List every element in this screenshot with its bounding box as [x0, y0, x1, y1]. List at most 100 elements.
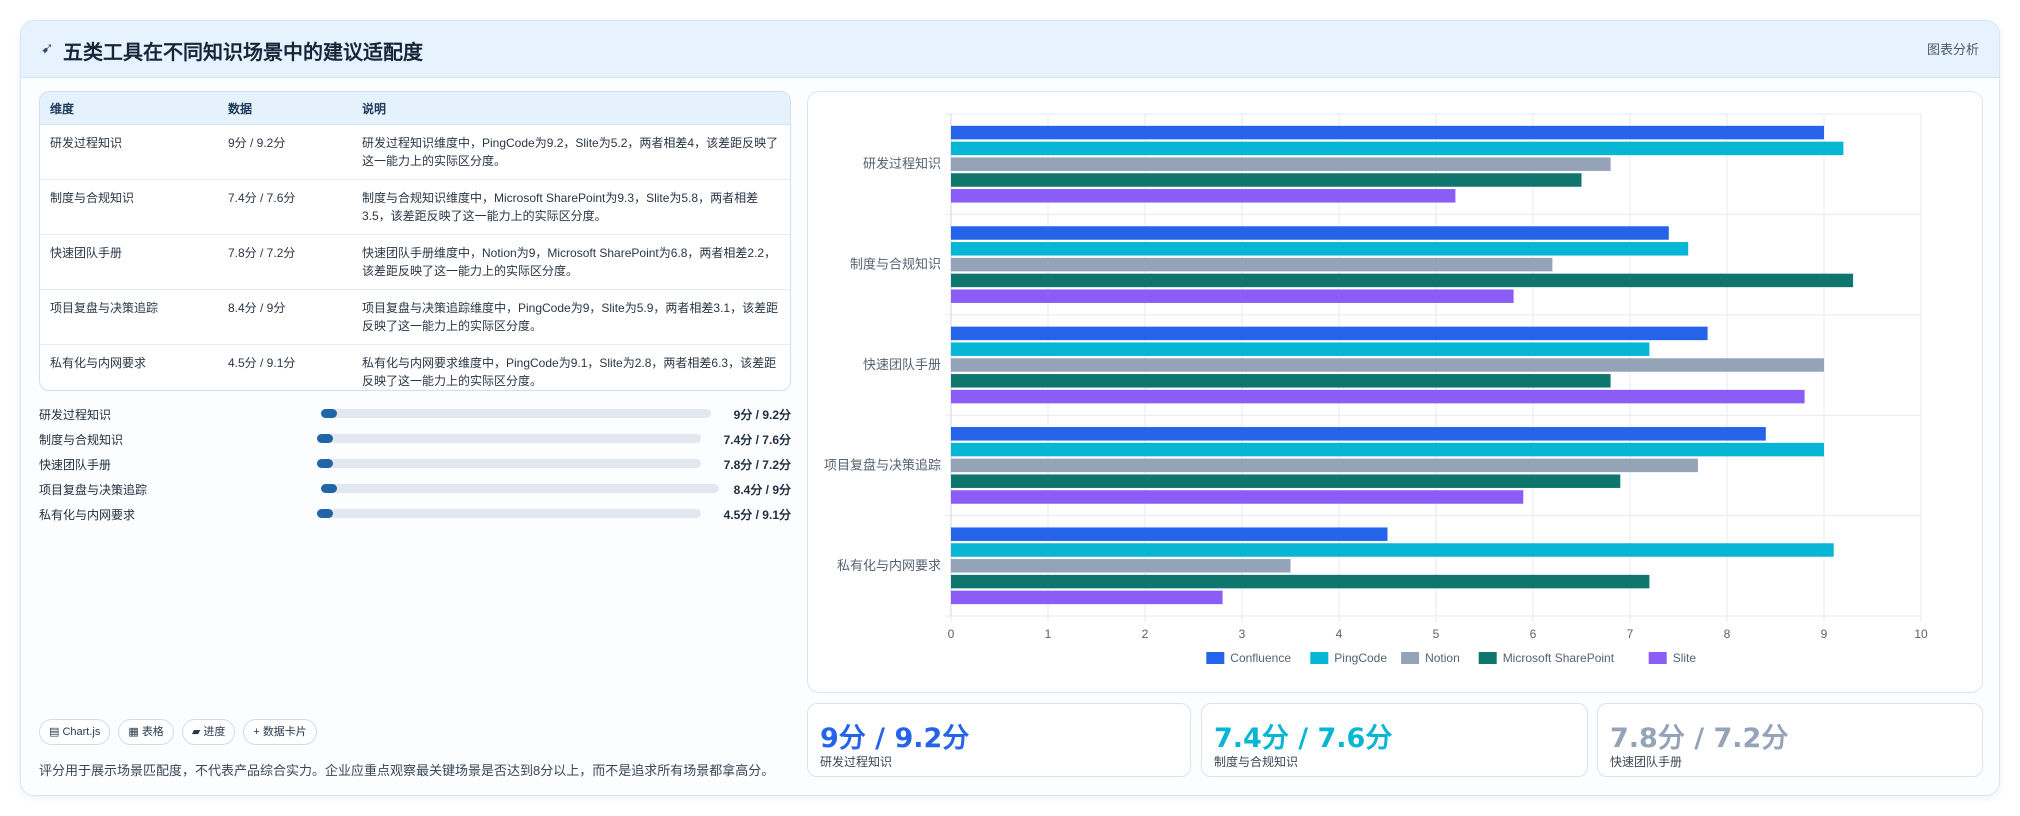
- table-header-row: 维度 数据 说明: [40, 92, 790, 125]
- stat-value: 7.8分 / 7.2分: [1610, 723, 1789, 754]
- chip-label: 数据卡片: [262, 726, 307, 738]
- table-row: 私有化与内网要求 4.5分 / 9.1分 私有化与内网要求维度中，PingCod…: [40, 345, 790, 391]
- progress-track: [317, 434, 701, 443]
- bar: [951, 289, 1514, 303]
- bar: [951, 590, 1223, 605]
- progress-label: 制度与合规知识: [39, 433, 124, 447]
- stat-card: 7.8分 / 7.2分 快速团队手册: [1597, 703, 1983, 777]
- cell-dimension: 研发过程知识: [40, 124, 218, 180]
- chart-panel: 0 1 2 3 4 5 6 7 8 9 10 研发过程知识 制度与合规知识 快速团队手册 项目复盘与决策追踪…: [807, 91, 1983, 693]
- bar: [951, 490, 1524, 504]
- y-category-label: 研发过程知识: [863, 156, 941, 171]
- progress-value: 8.4分 / 9分: [733, 483, 791, 497]
- cell-description: 私有化与内网要求维度中，PingCode为9.1，Slite为2.8，两者相差6…: [362, 356, 777, 388]
- rocket-icon: ➹: [41, 40, 54, 57]
- bar: [951, 374, 1611, 388]
- legend-label: PingCode: [1334, 651, 1387, 665]
- bar: [951, 242, 1689, 256]
- chip--[interactable]: + 数据卡片: [243, 719, 317, 745]
- chip-chart-js[interactable]: ▤ Chart.js: [39, 719, 111, 745]
- x-tick-label: 6: [1530, 627, 1537, 641]
- bar: [951, 574, 1650, 589]
- column-header-description: 说明: [352, 92, 790, 125]
- cell-data: 8.4分 / 9分: [218, 289, 352, 345]
- bar: [951, 141, 1844, 156]
- cell-dimension: 私有化与内网要求: [50, 356, 147, 370]
- stat-label: 快速团队手册: [1610, 755, 1683, 769]
- legend-swatch: [1401, 652, 1420, 664]
- data-table: 维度 数据 说明 研发过程知识 9分 / 9.2分 研发过程知识维度中，Ping…: [40, 92, 790, 391]
- progress-value: 4.5分 / 9.1分: [723, 508, 791, 522]
- cell-dimension: 项目复盘与决策追踪: [40, 289, 218, 345]
- x-tick-label: 0: [948, 627, 955, 641]
- y-category-label: 制度与合规知识: [850, 257, 941, 272]
- x-tick-label: 10: [1914, 627, 1928, 641]
- progress-row: 制度与合规知识 7.4分 / 7.6分: [39, 428, 791, 453]
- bar: [951, 273, 1854, 288]
- bar: [951, 543, 1834, 557]
- legend-swatch: [1310, 652, 1329, 664]
- bar: [951, 358, 1824, 372]
- cell-data: 9分 / 9.2分: [218, 124, 352, 180]
- cell-description: 制度与合规知识维度中，Microsoft SharePoint为9.3，Slit…: [352, 179, 790, 235]
- x-tick-label: 4: [1336, 627, 1343, 641]
- x-tick-label: 3: [1239, 627, 1246, 641]
- progress-track: [317, 459, 701, 468]
- progress-value: 7.4分 / 7.6分: [723, 433, 791, 447]
- cell-dimension: 制度与合规知识: [40, 179, 218, 235]
- x-tick-label: 9: [1821, 627, 1828, 641]
- chip--[interactable]: ▰ 进度: [181, 719, 236, 745]
- data-table-panel: 维度 数据 说明 研发过程知识 9分 / 9.2分 研发过程知识维度中，Ping…: [39, 91, 791, 391]
- legend-label: Slite: [1673, 651, 1697, 665]
- progress-track: [317, 509, 701, 518]
- progress-label: 项目复盘与决策追踪: [39, 483, 148, 497]
- bar: [951, 157, 1611, 171]
- cell-data: 7.8分 / 7.2分: [218, 234, 352, 290]
- bar: [951, 173, 1582, 187]
- progress-track: [321, 409, 711, 418]
- page-title: 五类工具在不同知识场景中的建议适配度: [63, 42, 423, 64]
- bar: [951, 442, 1824, 457]
- cell-data: 7.4分 / 7.6分: [218, 179, 352, 235]
- stat-label: 制度与合规知识: [1214, 755, 1299, 769]
- x-tick-label: 5: [1433, 627, 1440, 641]
- legend-label: Microsoft SharePoint: [1503, 651, 1615, 665]
- progress-fill: [317, 509, 333, 518]
- x-tick-label: 7: [1627, 627, 1634, 641]
- table-row: 制度与合规知识 7.4分 / 7.6分 制度与合规知识维度中，Microsoft…: [40, 179, 790, 235]
- bar: [951, 326, 1708, 341]
- legend-label: Confluence: [1230, 651, 1291, 665]
- bar: [951, 458, 1698, 473]
- chip-label: 进度: [203, 726, 226, 738]
- chart-analysis-link[interactable]: 图表分析: [1927, 39, 1979, 58]
- table-icon: ▦: [128, 726, 142, 738]
- progress-value: 9分 / 9.2分: [733, 408, 791, 422]
- progress-row: 私有化与内网要求 4.5分 / 9.1分: [39, 503, 791, 528]
- stat-card: 7.4分 / 7.6分 制度与合规知识: [1201, 703, 1588, 777]
- progress-row: 项目复盘与决策追踪 8.4分 / 9分: [39, 478, 791, 503]
- table-row: 研发过程知识 9分 / 9.2分 研发过程知识维度中，PingCode为9.2，…: [40, 124, 790, 180]
- x-tick-label: 1: [1045, 627, 1052, 641]
- legend-swatch: [1206, 652, 1225, 664]
- x-tick-label: 2: [1142, 627, 1149, 641]
- progress-fill: [321, 409, 337, 418]
- stat-value: 9分 / 9.2分: [820, 723, 970, 754]
- bar-chart: 0 1 2 3 4 5 6 7 8 9 10 研发过程知识制度与合规知识快速团队手册项目复盘与决策追踪…: [824, 113, 1928, 665]
- stat-value: 7.4分 / 7.6分: [1214, 723, 1393, 754]
- footnote: 评分用于展示场景匹配度，不代表产品综合实力。企业应重点观察最关键场景是否达到8分…: [39, 763, 775, 778]
- cell-dimension: 快速团队手册: [40, 234, 218, 290]
- progress-row: 快速团队手册 7.8分 / 7.2分: [39, 453, 791, 478]
- bar: [951, 389, 1805, 404]
- bar: [951, 474, 1621, 488]
- column-header-dimension: 维度: [40, 92, 218, 125]
- progress-fill: [317, 459, 333, 468]
- legend-swatch: [1648, 652, 1667, 664]
- chip-label: 表格: [141, 726, 164, 738]
- progress-label: 私有化与内网要求: [39, 508, 136, 522]
- progress-list: 研发过程知识 9分 / 9.2分 制度与合规知识 7.4分 / 7.6分 快速团队手册 7…: [39, 403, 791, 528]
- cell-description: 研发过程知识维度中，PingCode为9.2，Slite为5.2，两者相差4，该…: [352, 124, 790, 180]
- bar: [951, 342, 1650, 356]
- table-row: 项目复盘与决策追踪 8.4分 / 9分 项目复盘与决策追踪维度中，PingCod…: [40, 289, 790, 345]
- chip--[interactable]: ▦ 表格: [118, 719, 174, 745]
- cell-description: 项目复盘与决策追踪维度中，PingCode为9，Slite为5.9，两者相差3.…: [352, 289, 790, 345]
